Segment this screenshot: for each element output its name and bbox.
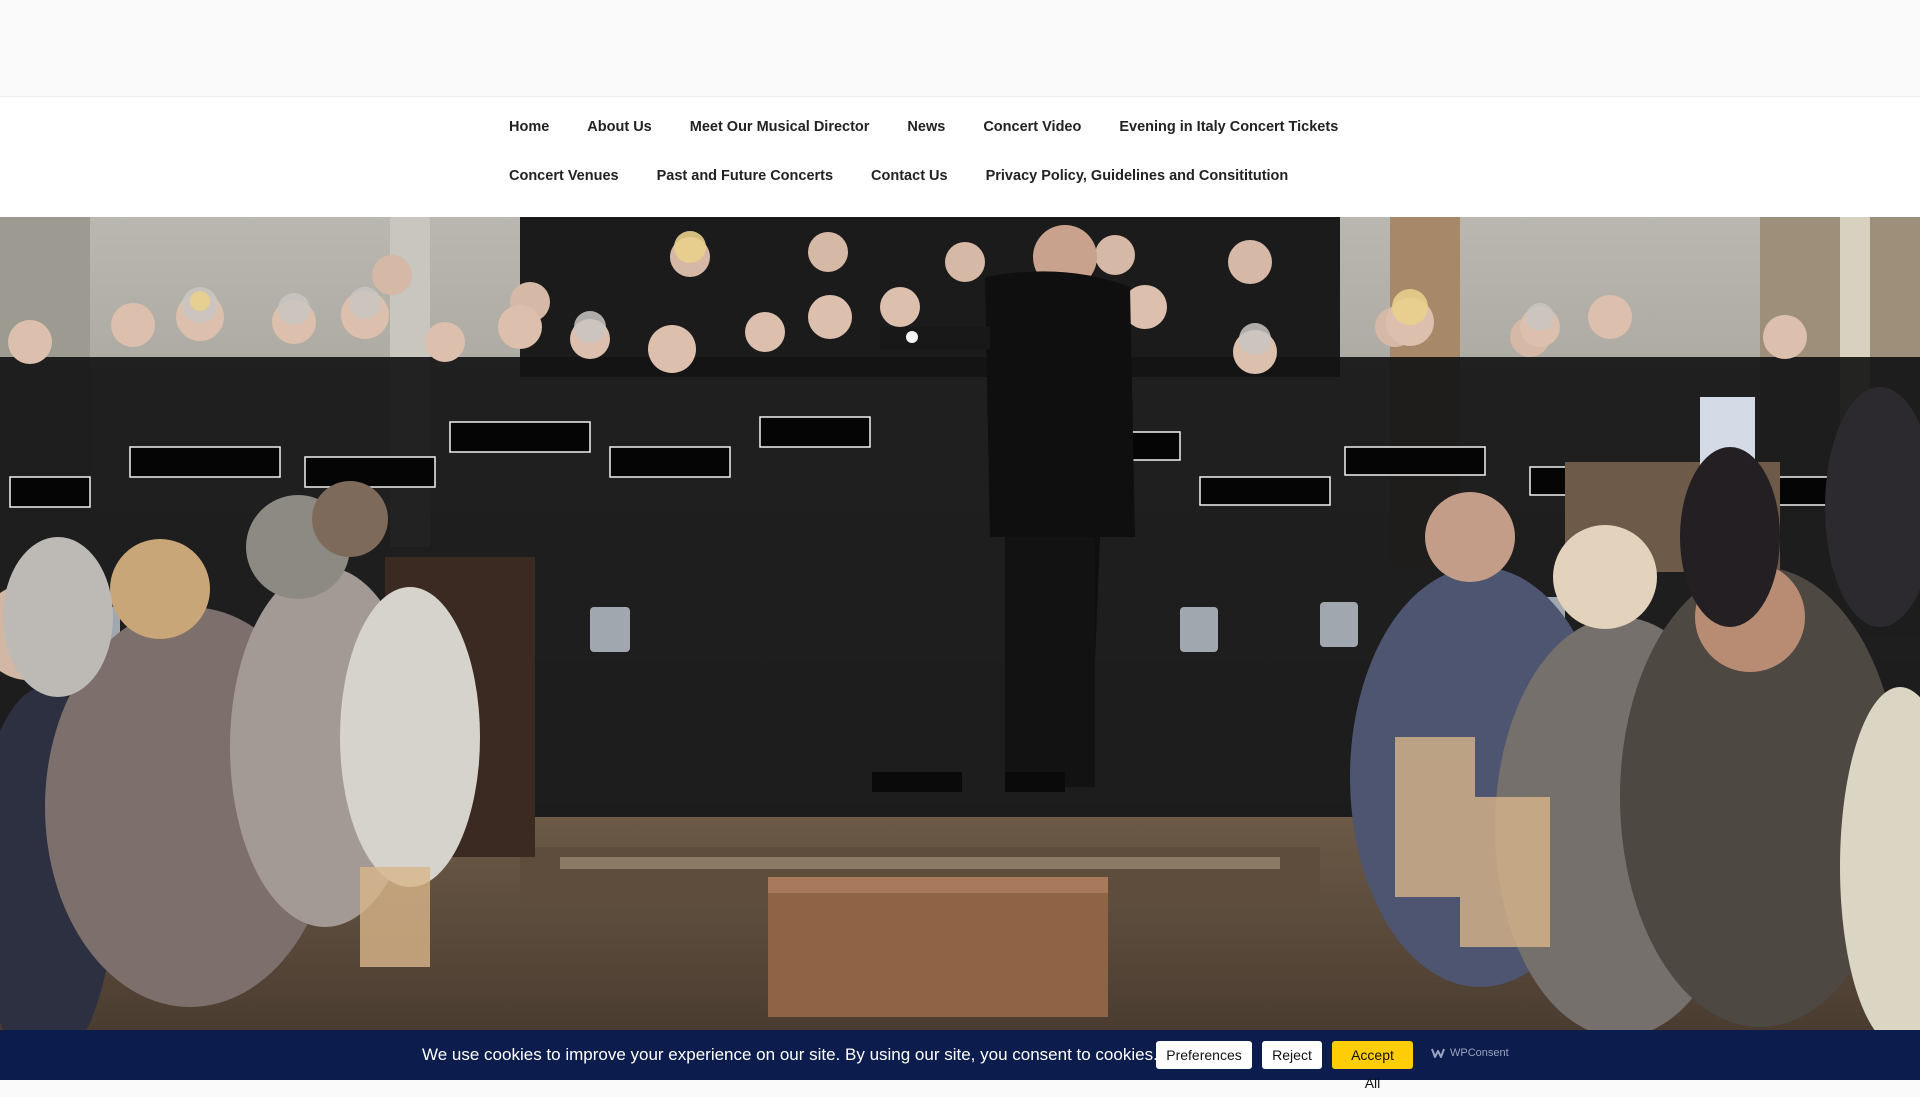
- wpconsent-logo-icon: [1431, 1048, 1445, 1058]
- nav-past-future-concerts[interactable]: Past and Future Concerts: [638, 168, 852, 184]
- hero-image-choir-concert: [0, 217, 1920, 1030]
- nav-privacy-policy[interactable]: Privacy Policy, Guidelines and Consititu…: [967, 168, 1308, 184]
- nav-row-2: Concert Venues Past and Future Concerts …: [490, 168, 1307, 184]
- nav-concert-video[interactable]: Concert Video: [964, 119, 1100, 135]
- cookie-consent-bar: We use cookies to improve your experienc…: [0, 1030, 1920, 1091]
- nav-about-us[interactable]: About Us: [568, 119, 670, 135]
- nav-evening-in-italy-tickets[interactable]: Evening in Italy Concert Tickets: [1100, 119, 1357, 135]
- nav-home[interactable]: Home: [490, 119, 568, 135]
- nav-row-1: Home About Us Meet Our Musical Director …: [490, 119, 1357, 135]
- main-navigation: Home About Us Meet Our Musical Director …: [0, 97, 1920, 217]
- cookie-reject-button[interactable]: Reject: [1262, 1041, 1322, 1069]
- cookie-message: We use cookies to improve your experienc…: [422, 1045, 1158, 1064]
- nav-news[interactable]: News: [888, 119, 964, 135]
- site-header-band: [0, 0, 1920, 97]
- nav-contact-us[interactable]: Contact Us: [852, 168, 967, 184]
- nav-concert-venues[interactable]: Concert Venues: [490, 168, 638, 184]
- wpconsent-label: WPConsent: [1450, 1047, 1509, 1059]
- cookie-accept-all-button[interactable]: Accept All: [1332, 1041, 1413, 1091]
- nav-meet-musical-director[interactable]: Meet Our Musical Director: [671, 119, 889, 135]
- wpconsent-branding[interactable]: WPConsent: [1430, 1047, 1509, 1059]
- cookie-preferences-button[interactable]: Preferences: [1156, 1041, 1252, 1069]
